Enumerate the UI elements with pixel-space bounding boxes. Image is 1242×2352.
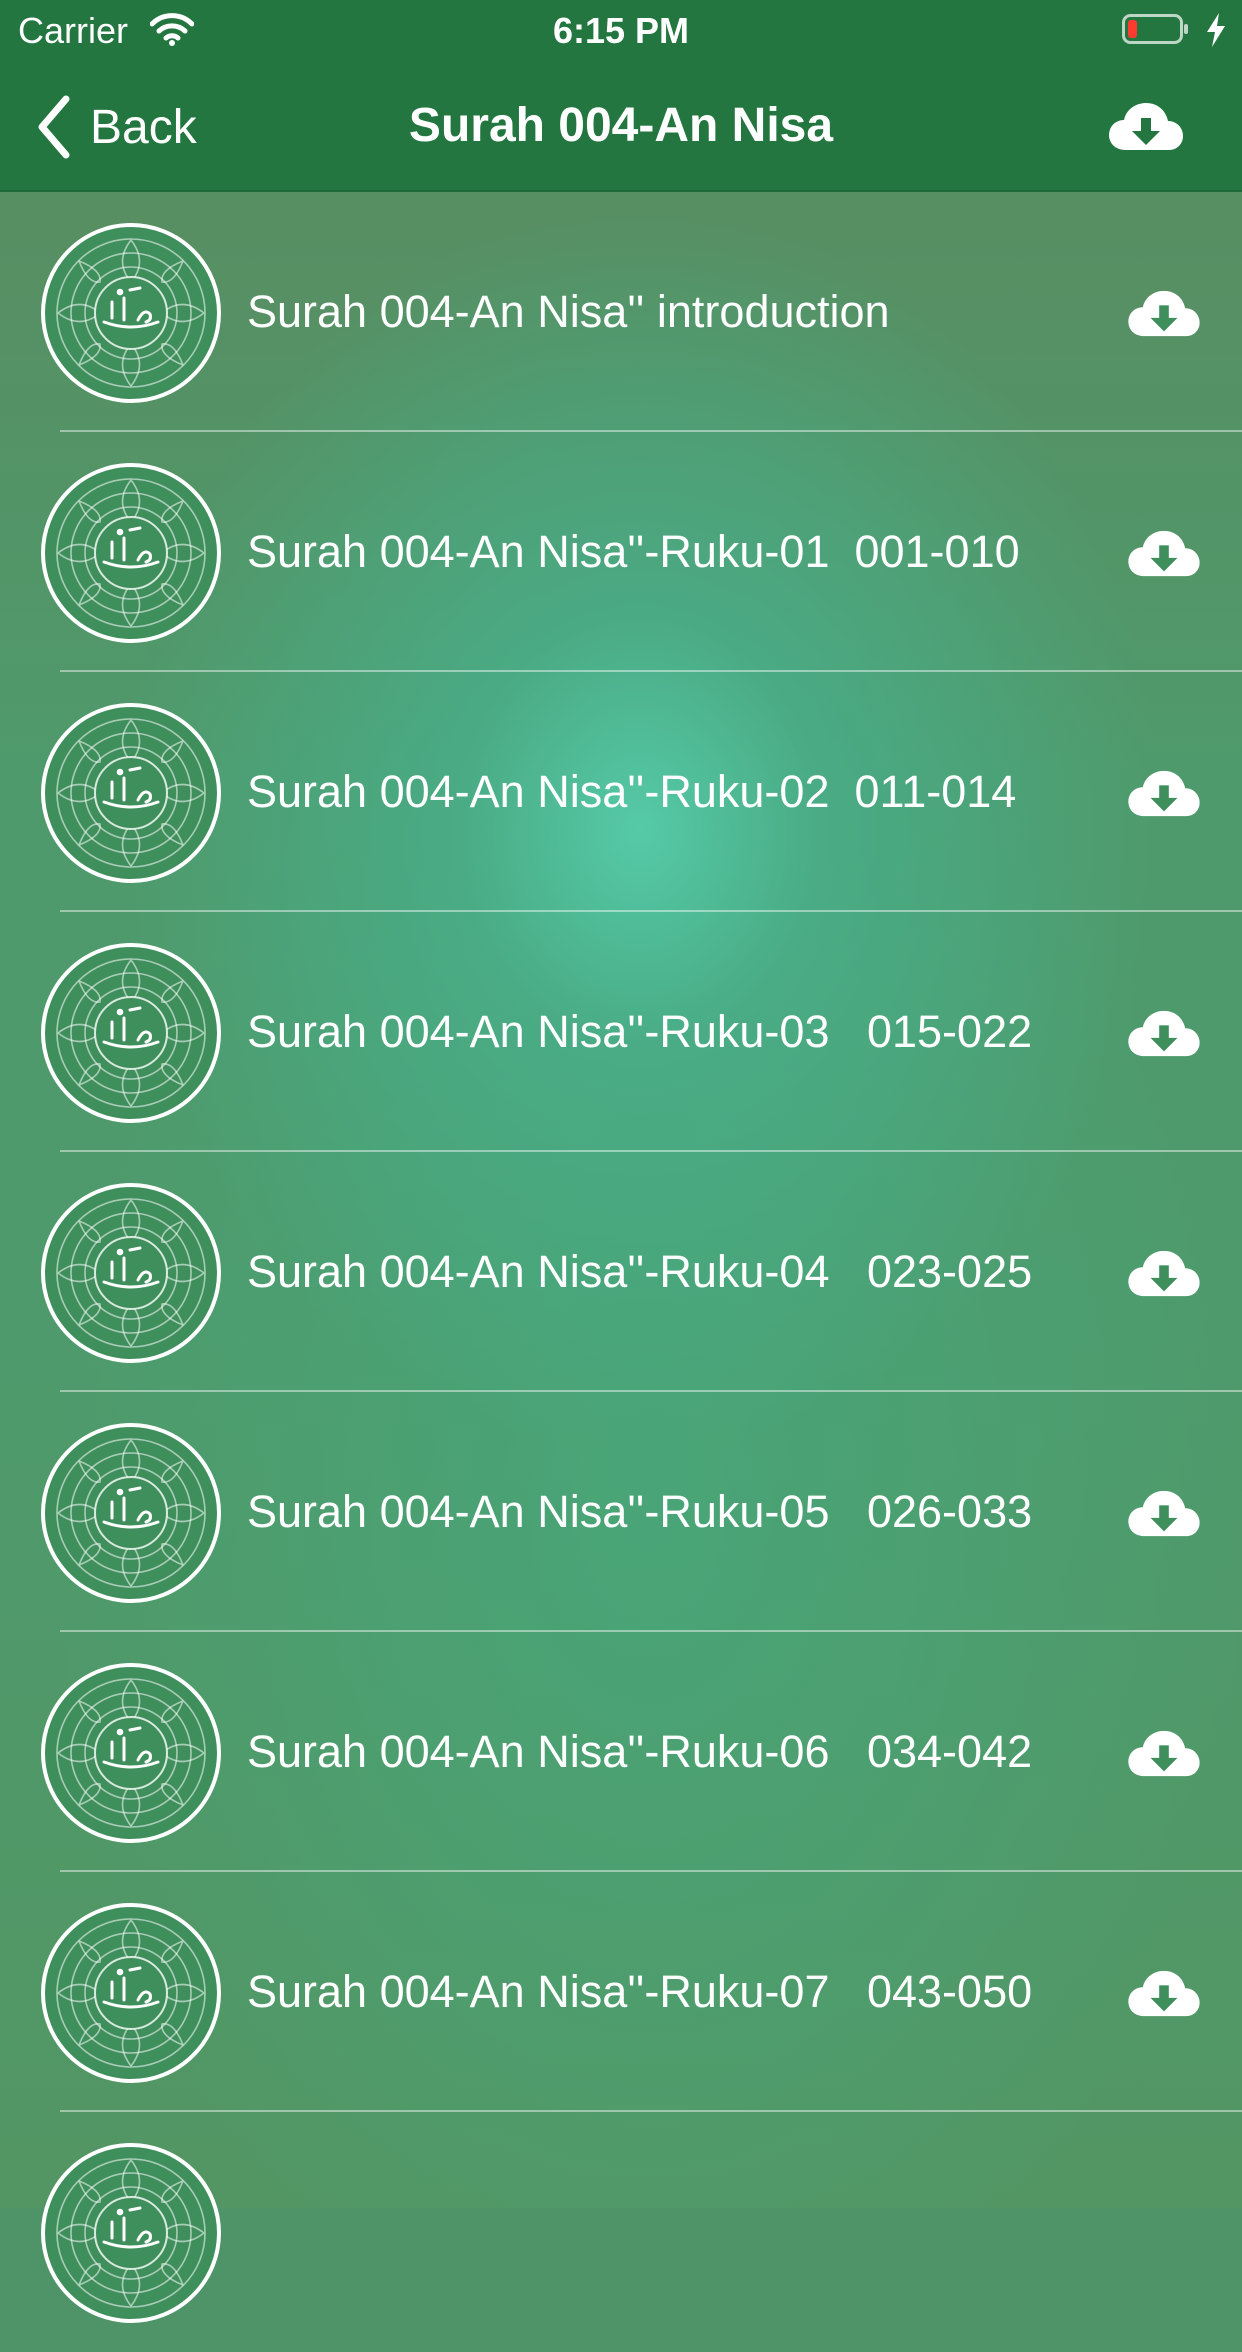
cloud-download-icon[interactable] — [1108, 100, 1184, 154]
list-item[interactable] — [0, 2112, 1242, 2352]
cloud-download-icon[interactable] — [1127, 288, 1201, 340]
cloud-download-icon[interactable] — [1127, 1248, 1201, 1300]
surah-emblem-icon — [41, 1183, 221, 1363]
list-item-title: Surah 004-An Nisa'' introduction — [247, 286, 890, 337]
cloud-download-icon[interactable] — [1127, 1008, 1201, 1060]
surah-emblem-icon — [41, 1663, 221, 1843]
cloud-download-icon[interactable] — [1127, 1968, 1201, 2020]
cloud-download-icon[interactable] — [1127, 1728, 1201, 1780]
list-item-title: Surah 004-An Nisa''-Ruku-03 015-022 — [247, 1006, 1033, 1057]
status-bar: Carrier 6:15 PM — [0, 0, 1242, 62]
list-item[interactable]: Surah 004-An Nisa''-Ruku-05 026-033 — [0, 1392, 1242, 1632]
surah-emblem-icon — [41, 943, 221, 1123]
list-item[interactable]: Surah 004-An Nisa''-Ruku-06 034-042 — [0, 1632, 1242, 1872]
cloud-download-icon[interactable] — [1127, 1488, 1201, 1540]
list-item[interactable]: Surah 004-An Nisa''-Ruku-04 023-025 — [0, 1152, 1242, 1392]
cloud-download-icon[interactable] — [1127, 528, 1201, 580]
list-item[interactable]: Surah 004-An Nisa''-Ruku-02 011-014 — [0, 672, 1242, 912]
list-item[interactable]: Surah 004-An Nisa'' introduction — [0, 192, 1242, 432]
status-time: 6:15 PM — [552, 10, 690, 51]
charging-bolt-icon — [1207, 13, 1225, 47]
list-item-title: Surah 004-An Nisa''-Ruku-06 034-042 — [247, 1726, 1033, 1777]
surah-emblem-icon — [41, 463, 221, 643]
list-item-title: Surah 004-An Nisa''-Ruku-05 026-033 — [247, 1486, 1033, 1537]
list-item[interactable]: Surah 004-An Nisa''-Ruku-03 015-022 — [0, 912, 1242, 1152]
navigation-bar: Back Surah 004-An Nisa — [0, 62, 1242, 192]
list-item-title: Surah 004-An Nisa''-Ruku-02 011-014 — [247, 766, 1017, 817]
surah-emblem-icon — [41, 2143, 221, 2323]
surah-emblem-icon — [41, 223, 221, 403]
list-item-title: Surah 004-An Nisa''-Ruku-04 023-025 — [247, 1246, 1033, 1297]
cloud-download-icon[interactable] — [1127, 768, 1201, 820]
surah-emblem-icon — [41, 703, 221, 883]
battery-icon — [1122, 14, 1188, 44]
list-item-title: Surah 004-An Nisa''-Ruku-01 001-010 — [247, 526, 1020, 577]
list-item[interactable]: Surah 004-An Nisa''-Ruku-01 001-010 — [0, 432, 1242, 672]
surah-emblem-icon — [41, 1903, 221, 2083]
list-item[interactable]: Surah 004-An Nisa''-Ruku-07 043-050 — [0, 1872, 1242, 2112]
list-item-title: Surah 004-An Nisa''-Ruku-07 043-050 — [247, 1966, 1033, 2017]
surah-emblem-icon — [41, 1423, 221, 1603]
page-title: Surah 004-An Nisa — [408, 99, 834, 152]
